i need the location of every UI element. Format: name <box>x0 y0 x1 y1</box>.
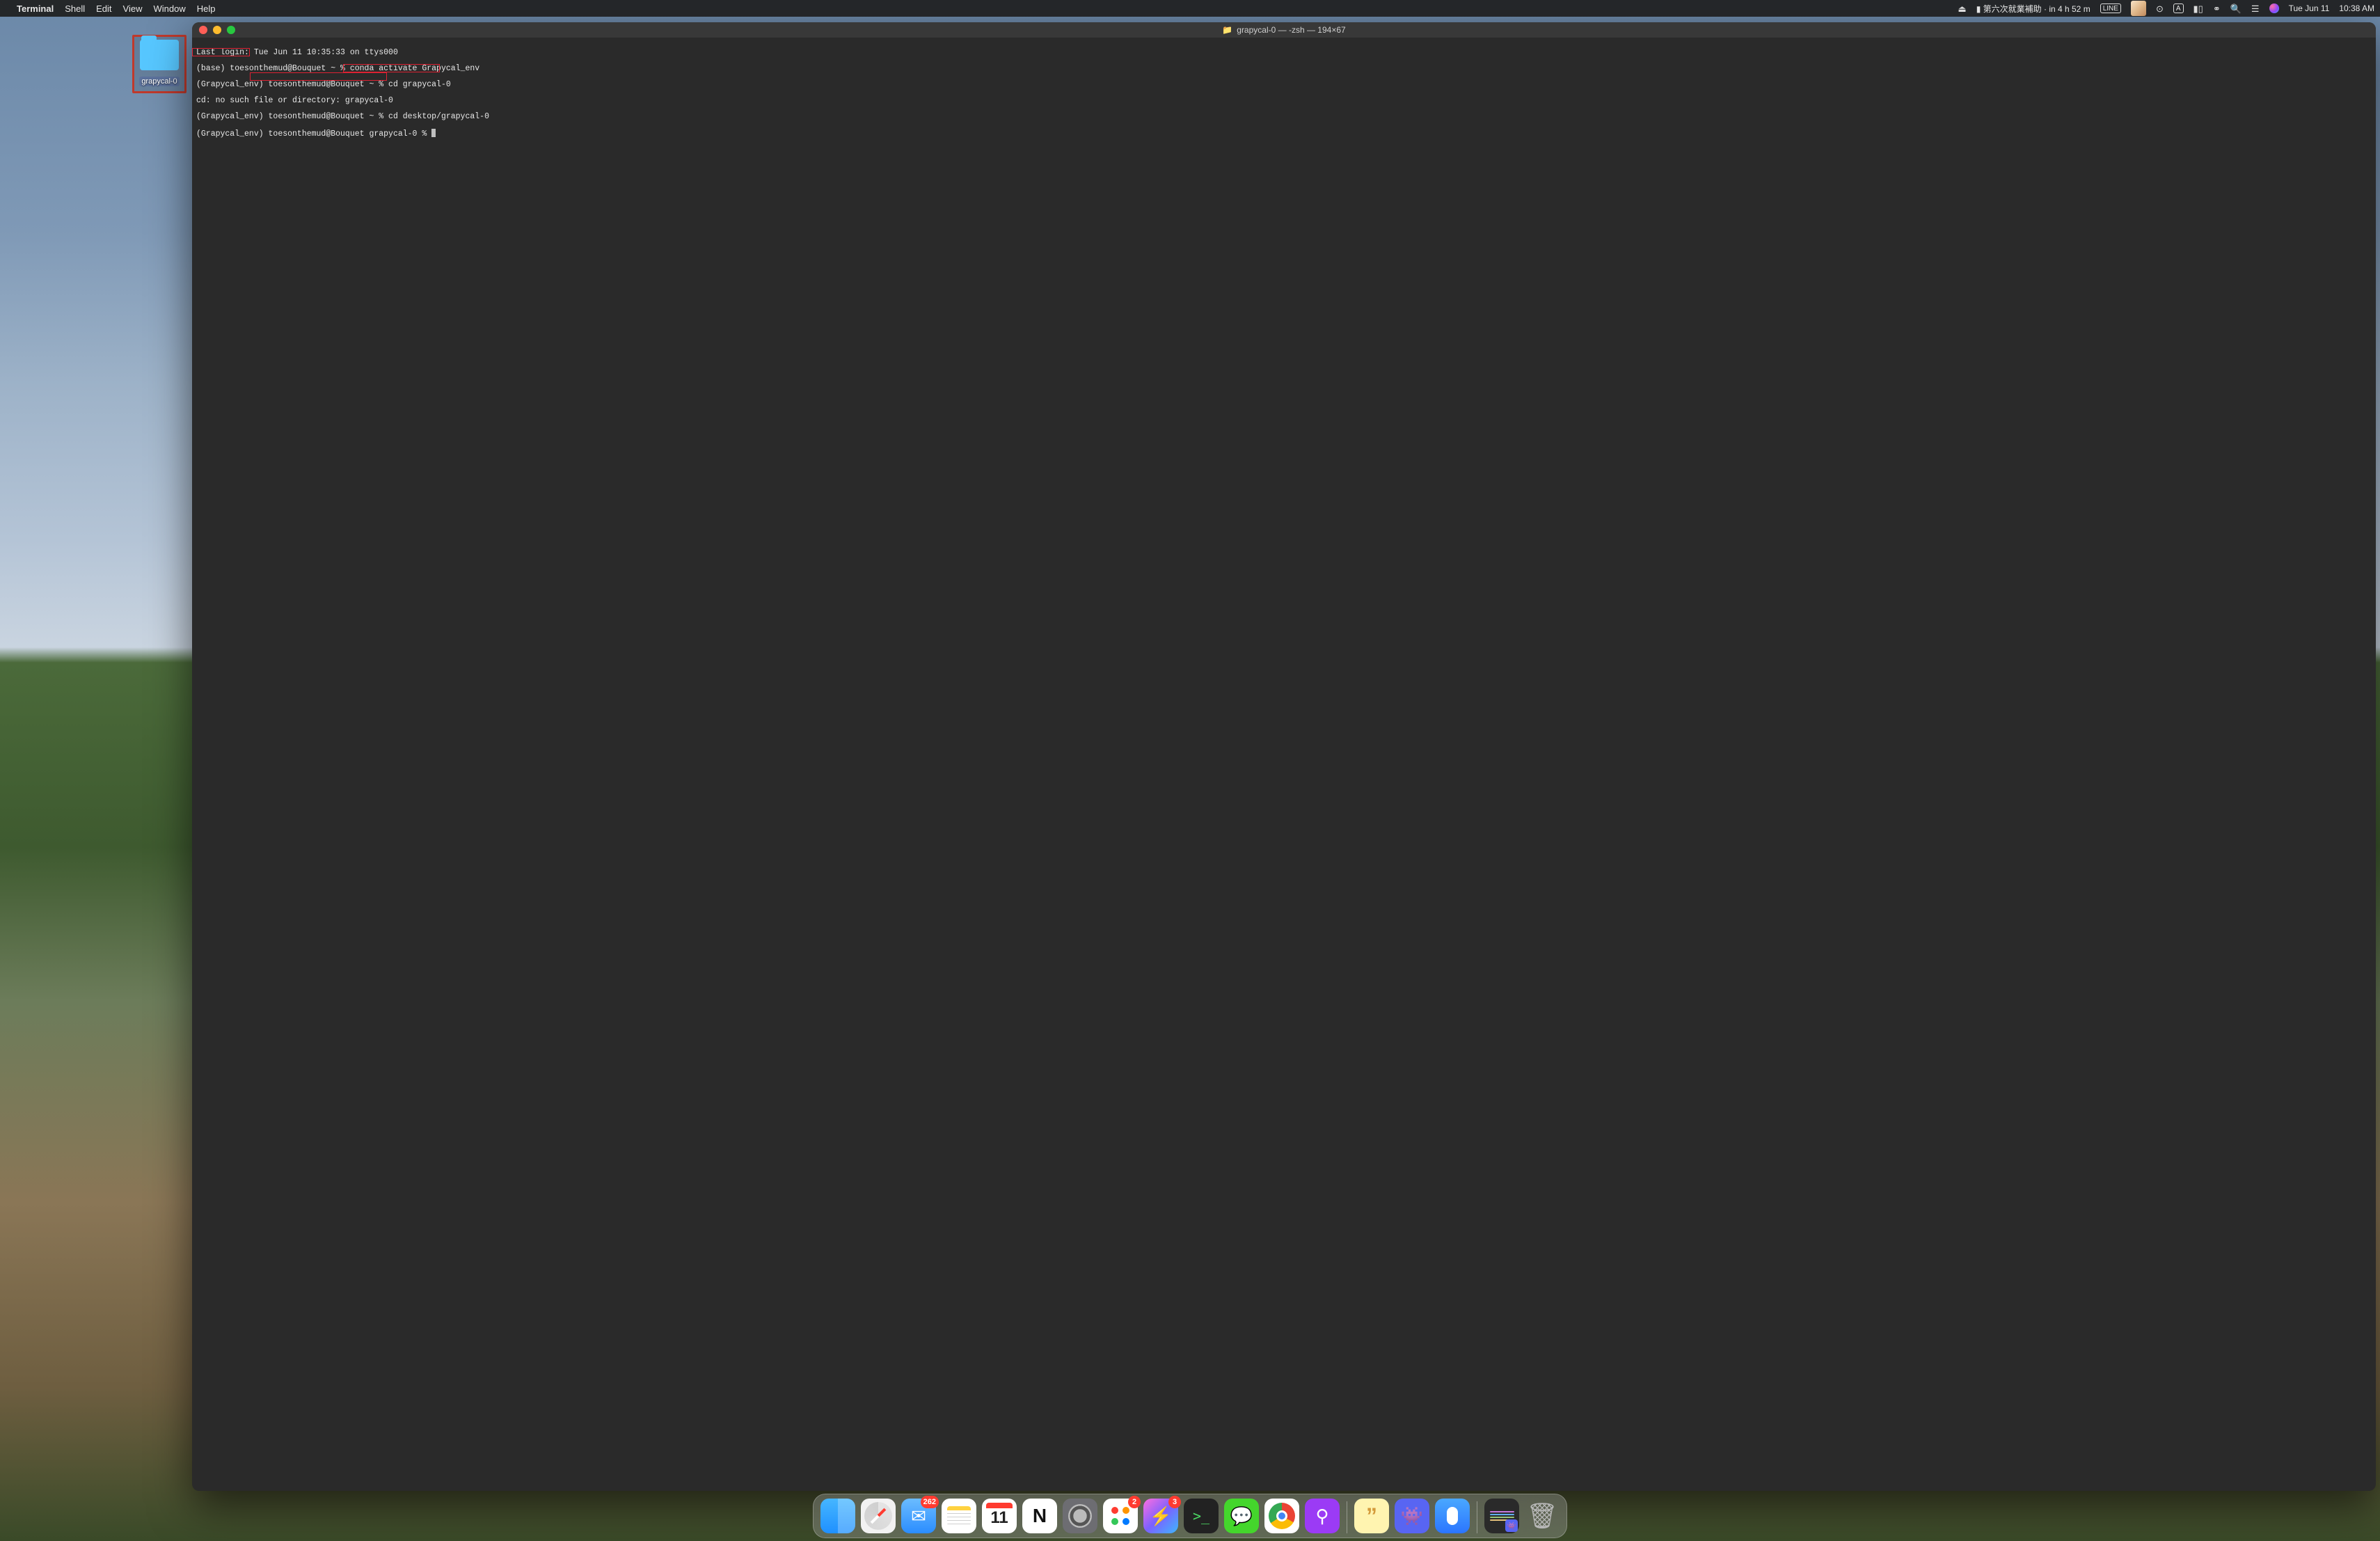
dock-app-calendar[interactable]: 11 <box>982 1499 1017 1533</box>
menubar-date[interactable]: Tue Jun 11 <box>2289 3 2330 13</box>
terminal-prompt-text: (Grapycal_env) toesonthemud@Bouquet grap… <box>196 129 431 139</box>
menubar-app-name[interactable]: Terminal <box>17 3 54 14</box>
badge-messenger: 3 <box>1168 1496 1181 1508</box>
menubar-time[interactable]: 10:38 AM <box>2339 3 2374 13</box>
dock-app-voice[interactable] <box>1435 1499 1470 1533</box>
minimize-button[interactable] <box>213 26 221 34</box>
terminal-title-text: grapycal-0 — -zsh — 194×67 <box>1237 25 1345 35</box>
close-button[interactable] <box>199 26 207 34</box>
menu-shell[interactable]: Shell <box>65 3 85 14</box>
cursor-icon <box>431 129 436 137</box>
dock: ✉262 11 N 2 ⚡3 >_ 💬 ⚲ ” 👾 👾 🗑 <box>813 1494 1567 1538</box>
terminal-line: (Grapycal_env) toesonthemud@Bouquet ~ % … <box>196 81 2372 89</box>
menubar-right: ⏏ ▮ 第六次就業補助 · in 4 h 52 m LINE ⊙ A ▮▯ ⚭ … <box>1958 1 2374 16</box>
dock-app-settings[interactable] <box>1063 1499 1097 1533</box>
battery-icon[interactable]: ▮▯ <box>2193 4 2203 13</box>
window-controls <box>199 26 235 34</box>
dock-app-safari[interactable] <box>861 1499 896 1533</box>
desktop-folder-grapycal[interactable]: grapycal-0 <box>132 35 187 93</box>
link-icon[interactable]: ⚭ <box>2213 4 2221 13</box>
terminal-title: 📁 grapycal-0 — -zsh — 194×67 <box>192 25 2376 35</box>
screen-mirroring-icon[interactable]: ⏏ <box>1958 4 1966 13</box>
dock-app-reminders[interactable]: 2 <box>1103 1499 1138 1533</box>
zoom-button[interactable] <box>227 26 235 34</box>
terminal-title-bar[interactable]: 📁 grapycal-0 — -zsh — 194×67 <box>192 22 2376 38</box>
dock-app-chrome[interactable] <box>1264 1499 1299 1533</box>
discord-overlay-icon: 👾 <box>1505 1519 1518 1532</box>
input-source-icon[interactable]: A <box>2173 3 2184 13</box>
menu-window[interactable]: Window <box>154 3 186 14</box>
dock-app-line[interactable]: 💬 <box>1224 1499 1259 1533</box>
terminal-prompt-line: (Grapycal_env) toesonthemud@Bouquet grap… <box>196 129 2372 139</box>
menu-edit[interactable]: Edit <box>96 3 111 14</box>
terminal-line: Last login: Tue Jun 11 10:35:33 on ttys0… <box>196 49 2372 57</box>
dock-app-messenger[interactable]: ⚡3 <box>1143 1499 1178 1533</box>
dock-recent-file[interactable]: 👾 <box>1484 1499 1519 1533</box>
line-status-icon[interactable]: LINE <box>2100 3 2121 13</box>
menu-view[interactable]: View <box>123 3 143 14</box>
folder-icon: 📁 <box>1222 25 1232 35</box>
dock-app-terminal[interactable]: >_ <box>1184 1499 1219 1533</box>
terminal-line: (Grapycal_env) toesonthemud@Bouquet ~ % … <box>196 113 2372 121</box>
dock-app-discord[interactable]: 👾 <box>1395 1499 1429 1533</box>
badge-reminders: 2 <box>1128 1496 1141 1508</box>
dock-app-finder[interactable] <box>820 1499 855 1533</box>
menubar: Terminal Shell Edit View Window Help ⏏ ▮… <box>0 0 2380 17</box>
status-timer-text: 第六次就業補助 · in 4 h 52 m <box>1983 4 2091 14</box>
badge-mail: 262 <box>921 1496 939 1508</box>
dock-app-stickies[interactable]: ” <box>1354 1499 1389 1533</box>
terminal-window: 📁 grapycal-0 — -zsh — 194×67 Last login:… <box>192 22 2376 1491</box>
terminal-line: cd: no such file or directory: grapycal-… <box>196 97 2372 105</box>
user-avatar-icon[interactable] <box>2131 1 2146 16</box>
menu-help[interactable]: Help <box>197 3 216 14</box>
terminal-line: (base) toesonthemud@Bouquet ~ % conda ac… <box>196 65 2372 73</box>
annotation-box-folder: grapycal-0 <box>132 35 187 93</box>
folder-icon <box>140 40 179 70</box>
desktop-folder-label: grapycal-0 <box>139 77 179 86</box>
dock-app-podcasts[interactable]: ⚲ <box>1305 1499 1340 1533</box>
siri-icon[interactable] <box>2269 3 2279 13</box>
calendar-day: 11 <box>990 1508 1008 1528</box>
dock-app-mail[interactable]: ✉262 <box>901 1499 936 1533</box>
dock-app-notes[interactable] <box>942 1499 976 1533</box>
media-play-icon[interactable]: ⊙ <box>2156 4 2164 13</box>
terminal-body[interactable]: Last login: Tue Jun 11 10:35:33 on ttys0… <box>192 38 2376 1491</box>
search-icon[interactable]: 🔍 <box>2230 4 2242 13</box>
control-center-icon[interactable]: ☰ <box>2251 4 2260 13</box>
dock-app-notion[interactable]: N <box>1022 1499 1057 1533</box>
menubar-left: Terminal Shell Edit View Window Help <box>6 3 216 14</box>
dock-trash[interactable]: 🗑 <box>1525 1499 1560 1533</box>
status-timer[interactable]: ▮ 第六次就業補助 · in 4 h 52 m <box>1976 3 2091 15</box>
